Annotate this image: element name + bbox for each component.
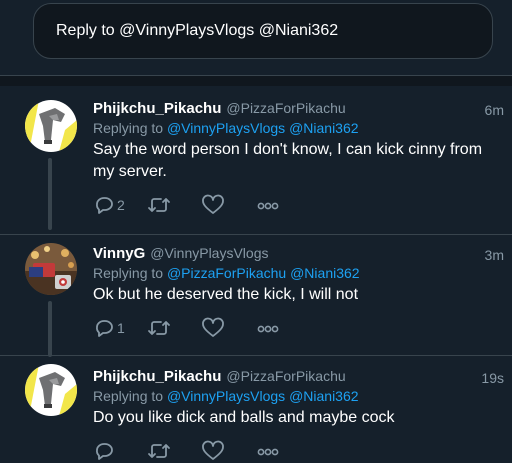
more-button[interactable] <box>255 194 309 216</box>
avatar[interactable] <box>25 364 77 416</box>
reply-composer-area: Reply to @VinnyPlaysVlogs @Niani362 <box>0 0 512 76</box>
reply-icon <box>96 197 113 214</box>
tweet-text: Ok but he deserved the kick, I will not <box>93 286 359 303</box>
like-button[interactable] <box>201 194 255 216</box>
avatar[interactable] <box>25 243 77 295</box>
section-divider <box>0 76 512 86</box>
user-handle[interactable]: @VinnyPlaysVlogs <box>150 245 268 261</box>
mention-link[interactable]: @VinnyPlaysVlogs <box>167 120 285 136</box>
tweet-3[interactable]: Phijkchu_Pikachu @PizzaForPikachu 19s Re… <box>0 356 512 463</box>
display-name[interactable]: Phijkchu_Pikachu <box>93 368 221 385</box>
timestamp[interactable]: 3m <box>485 247 504 263</box>
reply-input[interactable]: Reply to @VinnyPlaysVlogs @Niani362 <box>33 3 493 59</box>
more-icon <box>257 325 279 333</box>
display-name[interactable]: Phijkchu_Pikachu <box>93 100 221 117</box>
mention-link[interactable]: @Niani362 <box>289 120 358 136</box>
mention-link[interactable]: @VinnyPlaysVlogs <box>167 388 285 404</box>
heart-icon <box>202 317 224 337</box>
pikachu-avatar-image <box>25 100 77 152</box>
tweet-actions <box>93 439 504 463</box>
heart-icon <box>202 194 224 214</box>
tweet-actions: 1 <box>93 316 504 340</box>
timestamp[interactable]: 6m <box>485 102 504 118</box>
thread-line <box>48 301 52 357</box>
pikachu-avatar-image <box>25 364 77 416</box>
tweet-text: Say the word person I don't know, I can … <box>93 141 483 180</box>
reply-button[interactable] <box>93 440 147 462</box>
mention-link[interactable]: @Niani362 <box>290 265 359 281</box>
like-button[interactable] <box>201 317 255 339</box>
display-name[interactable]: VinnyG <box>93 245 145 262</box>
heart-icon <box>202 440 224 460</box>
reply-button[interactable]: 2 <box>93 194 147 216</box>
mention-link[interactable]: @Niani362 <box>289 388 358 404</box>
vinny-avatar-image <box>25 243 77 295</box>
like-button[interactable] <box>201 440 255 462</box>
retweet-icon <box>148 444 170 458</box>
reply-count: 1 <box>117 320 125 336</box>
tweet-actions: 2 <box>93 193 504 217</box>
more-button[interactable] <box>255 440 309 462</box>
retweet-icon <box>148 321 170 335</box>
avatar[interactable] <box>25 100 77 152</box>
retweet-icon <box>148 198 170 212</box>
more-icon <box>257 448 279 456</box>
reply-input-text: Reply to @VinnyPlaysVlogs @Niani362 <box>56 22 339 39</box>
replying-to: Replying to @VinnyPlaysVlogs @Niani362 <box>93 120 504 136</box>
replying-to-label: Replying to <box>93 388 164 404</box>
thread-line <box>48 158 52 230</box>
reply-button[interactable]: 1 <box>93 317 147 339</box>
timestamp[interactable]: 19s <box>481 370 504 386</box>
tweet-2[interactable]: VinnyG @VinnyPlaysVlogs 3m Replying to @… <box>0 235 512 357</box>
tweet-text: Do you like dick and balls and maybe coc… <box>93 409 395 426</box>
retweet-button[interactable] <box>147 317 201 339</box>
reply-icon <box>96 443 113 460</box>
reply-count: 2 <box>117 197 125 213</box>
mention-link[interactable]: @PizzaForPikachu <box>167 265 286 281</box>
retweet-button[interactable] <box>147 194 201 216</box>
tweet-1[interactable]: Phijkchu_Pikachu @PizzaForPikachu 6m Rep… <box>0 86 512 234</box>
user-handle[interactable]: @PizzaForPikachu <box>226 100 345 116</box>
more-button[interactable] <box>255 317 309 339</box>
retweet-button[interactable] <box>147 440 201 462</box>
replying-to: Replying to @VinnyPlaysVlogs @Niani362 <box>93 388 504 404</box>
replying-to-label: Replying to <box>93 120 164 136</box>
replying-to: Replying to @PizzaForPikachu @Niani362 <box>93 265 504 281</box>
more-icon <box>257 202 279 210</box>
reply-icon <box>96 320 113 337</box>
replying-to-label: Replying to <box>93 265 164 281</box>
user-handle[interactable]: @PizzaForPikachu <box>226 368 345 384</box>
